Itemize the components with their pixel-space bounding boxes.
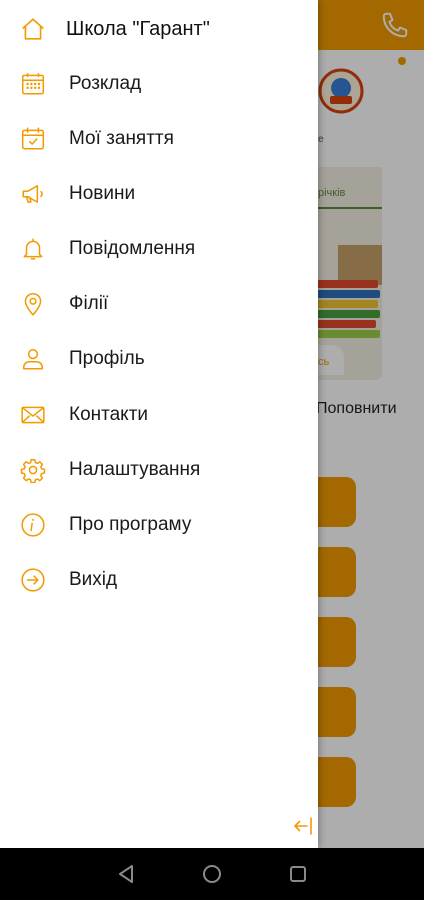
bell-icon: [20, 236, 46, 262]
map-pin-icon: [20, 291, 46, 317]
home-circle-icon[interactable]: [200, 862, 224, 886]
menu-item-news[interactable]: Новини: [0, 167, 318, 222]
menu-item-label: Філії: [69, 293, 109, 314]
menu-item-label: Про програму: [69, 514, 192, 535]
navigation-drawer: Школа "Гарант" Розклад Мої заняття Новин…: [0, 0, 318, 848]
collapse-arrow-icon[interactable]: [292, 815, 314, 837]
menu-item-profile[interactable]: Профіль: [0, 332, 318, 387]
menu-item-about[interactable]: Про програму: [0, 498, 318, 553]
menu-item-label: Мої заняття: [69, 128, 174, 149]
home-icon: [20, 16, 46, 42]
envelope-icon: [20, 402, 46, 428]
calendar-check-icon: [20, 126, 46, 152]
system-navigation-bar: [0, 848, 424, 900]
menu-item-label: Налаштування: [69, 459, 201, 480]
menu-item-logout[interactable]: Вихід: [0, 553, 318, 608]
school-name: Школа "Гарант": [66, 18, 210, 40]
info-icon: [20, 512, 46, 538]
menu-item-label: Новини: [69, 183, 136, 204]
recents-icon[interactable]: [286, 862, 310, 886]
phone-screen: е річків сь Поповнити Школа "Гарант" Роз…: [0, 0, 424, 900]
menu-item-contacts[interactable]: Контакти: [0, 388, 318, 443]
menu-item-notifications[interactable]: Повідомлення: [0, 222, 318, 277]
menu-item-label: Розклад: [69, 73, 142, 94]
menu-item-label: Контакти: [69, 404, 149, 425]
menu-item-schedule[interactable]: Розклад: [0, 57, 318, 112]
calendar-grid-icon: [20, 71, 46, 97]
menu-item-label: Вихід: [69, 569, 118, 590]
gear-icon: [20, 457, 46, 483]
user-icon: [20, 346, 46, 372]
menu-item-label: Профіль: [69, 348, 145, 369]
exit-icon: [20, 567, 46, 593]
megaphone-icon: [20, 181, 46, 207]
drawer-header[interactable]: Школа "Гарант": [0, 0, 318, 60]
menu-item-label: Повідомлення: [69, 238, 196, 259]
menu-item-my-classes[interactable]: Мої заняття: [0, 112, 318, 167]
back-icon[interactable]: [114, 862, 138, 886]
menu-item-settings[interactable]: Налаштування: [0, 443, 318, 498]
menu-item-branches[interactable]: Філії: [0, 277, 318, 332]
